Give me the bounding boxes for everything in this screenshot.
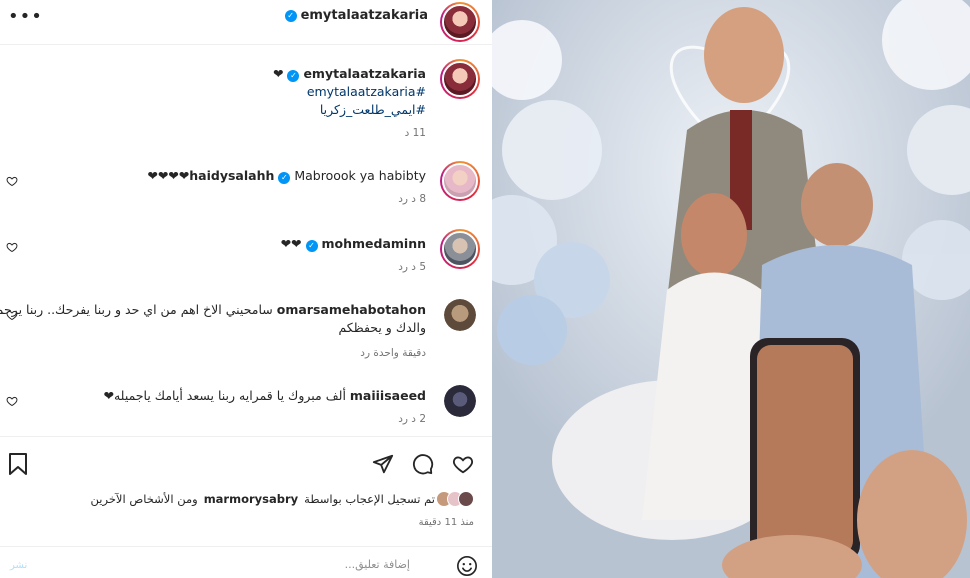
add-comment-bar: نشر: [0, 546, 492, 578]
comment-line: haidysalahh ✓ Mabroook ya habibty❤❤❤❤: [147, 167, 426, 185]
comment-item: haidysalahh ✓ Mabroook ya habibty❤❤❤❤ 8 …: [0, 159, 492, 221]
share-icon[interactable]: [372, 453, 394, 475]
more-options-button[interactable]: •••: [8, 6, 43, 27]
comment-meta: 8 د رد: [380, 193, 426, 205]
comment-username[interactable]: mohmedaminn: [321, 236, 426, 251]
comment-time: 2 د: [411, 413, 426, 425]
heart-icon[interactable]: [452, 453, 474, 475]
caption-line: emytalaatzakaria ✓ ❤: [273, 65, 426, 83]
comment-meta: 2 د رد: [380, 413, 426, 425]
comments-list: emytalaatzakaria ✓ ❤ #emytalaatzakaria #…: [0, 45, 492, 435]
post-image[interactable]: [492, 0, 970, 578]
comment-line: omarsamehabotahon سامحيني الاخ اهم من اي…: [0, 301, 426, 337]
caption-suffix: ❤: [273, 66, 284, 81]
verified-badge-icon: ✓: [278, 172, 291, 184]
verified-badge-icon: ✓: [305, 240, 318, 252]
comment-meta: دقيقة واحدة رد: [342, 347, 426, 359]
header-username-row[interactable]: ✓ emytalaatzakaria: [284, 8, 428, 23]
comment-item: omarsamehabotahon سامحيني الاخ اهم من اي…: [0, 297, 492, 367]
caption-username[interactable]: emytalaatzakaria: [303, 66, 426, 81]
comment-username[interactable]: haidysalahh: [189, 168, 274, 183]
caption-avatar[interactable]: [440, 59, 480, 99]
caption-block: emytalaatzakaria ✓ ❤ #emytalaatzakaria #…: [0, 59, 492, 159]
author-avatar[interactable]: [440, 2, 480, 42]
reply-button[interactable]: رد: [360, 347, 370, 359]
heart-icon[interactable]: [6, 395, 18, 407]
comment-item: maiiisaeed ألف مبروك يا قمرايه ربنا يسعد…: [0, 383, 492, 433]
likes-summary[interactable]: تم تسجيل الإعجاب بواسطة marmorysabry ومن…: [91, 491, 474, 507]
header-username[interactable]: emytalaatzakaria: [301, 8, 428, 23]
heart-icon[interactable]: [6, 175, 18, 187]
comment-username[interactable]: maiiisaeed: [350, 388, 426, 403]
comment-input[interactable]: [60, 558, 410, 571]
commenter-avatar[interactable]: [444, 385, 476, 417]
comment-text: ❤❤: [280, 236, 302, 251]
caption-hashtag-2[interactable]: #ايمي_طلعت_زكريا: [320, 101, 426, 119]
comment-time: دقيقة واحدة: [373, 347, 426, 359]
comment-line: maiiisaeed ألف مبروك يا قمرايه ربنا يسعد…: [104, 387, 427, 405]
post-sidebar: ••• ✓ emytalaatzakaria emytalaatzakaria …: [0, 0, 492, 578]
comment-icon[interactable]: [412, 453, 434, 475]
likes-user[interactable]: marmorysabry: [204, 492, 298, 506]
caption-time: 11 د: [404, 127, 426, 139]
liker-avatars: [436, 491, 474, 507]
instagram-post-view: ••• ✓ emytalaatzakaria emytalaatzakaria …: [0, 0, 970, 578]
comment-time: 8 د: [411, 193, 426, 205]
commenter-avatar[interactable]: [440, 161, 480, 201]
comment-time: 5 د: [411, 261, 426, 273]
commenter-avatar[interactable]: [444, 299, 476, 331]
more-horizontal-icon: •••: [8, 6, 43, 27]
post-header: ••• ✓ emytalaatzakaria: [0, 0, 492, 45]
bookmark-icon[interactable]: [8, 453, 28, 475]
reply-button[interactable]: رد: [398, 193, 408, 205]
comment-meta: 5 د رد: [380, 261, 426, 273]
commenter-avatar[interactable]: [440, 229, 480, 269]
reply-button[interactable]: رد: [398, 413, 408, 425]
verified-badge-icon: ✓: [284, 9, 297, 22]
heart-icon[interactable]: [6, 241, 18, 253]
post-time-ago: منذ 11 دقيقة: [418, 517, 474, 528]
verified-badge-icon: ✓: [287, 70, 300, 82]
comment-item: mohmedaminn ✓ ❤❤ 5 د رد: [0, 227, 492, 289]
caption-hashtag-1[interactable]: #emytalaatzakaria: [307, 83, 426, 101]
comment-line: mohmedaminn ✓ ❤❤: [281, 235, 426, 253]
reply-button[interactable]: رد: [398, 261, 408, 273]
post-comment-button[interactable]: نشر: [10, 560, 27, 571]
likes-suffix[interactable]: ومن الأشخاص الآخرين: [91, 492, 198, 506]
comment-username[interactable]: omarsamehabotahon: [277, 302, 426, 317]
comment-text: ألف مبروك يا قمرايه ربنا يسعد أيامك ياجم…: [103, 388, 346, 403]
post-photo-illustration: [492, 0, 970, 578]
emoji-icon[interactable]: [456, 555, 478, 577]
likes-prefix: تم تسجيل الإعجاب بواسطة: [304, 492, 435, 506]
